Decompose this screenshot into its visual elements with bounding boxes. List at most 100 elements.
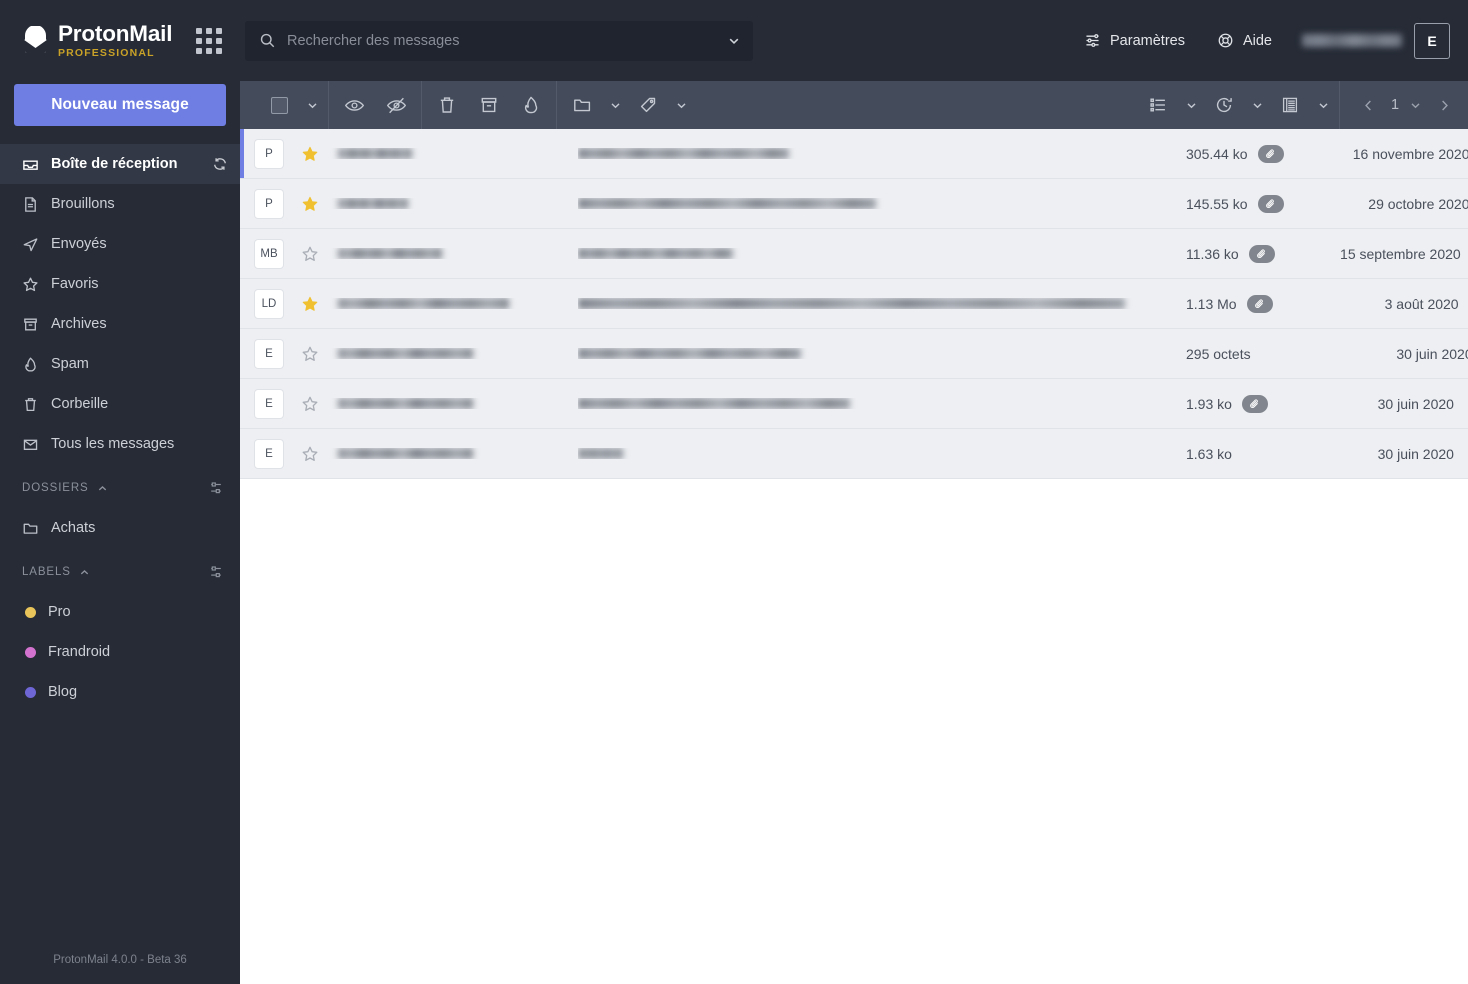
message-row[interactable]: E 1.93 ko 30 juin 2020 — [240, 379, 1468, 429]
search-input[interactable] — [287, 32, 716, 49]
user-avatar[interactable]: E — [1414, 22, 1450, 59]
paperclip-icon — [1265, 148, 1274, 158]
subject-cell — [578, 298, 1186, 309]
message-toolbar: 1 — [240, 81, 1468, 129]
select-all-checkbox[interactable] — [258, 85, 300, 125]
next-page-button[interactable] — [1426, 85, 1462, 125]
page-dropdown[interactable] — [1404, 85, 1426, 125]
manage-folders-icon[interactable] — [208, 480, 224, 496]
sidebar-item-drafts[interactable]: Brouillons — [0, 184, 240, 224]
time-filter-button[interactable] — [1203, 85, 1245, 125]
manage-labels-icon[interactable] — [208, 564, 224, 580]
folder-icon — [574, 99, 591, 112]
search-icon — [260, 33, 275, 48]
brand-logo[interactable]: ProtonMail PROFESSIONAL — [22, 22, 172, 59]
message-size: 1.13 Mo — [1186, 295, 1237, 312]
archive-button[interactable] — [468, 85, 510, 125]
sender-avatar[interactable]: E — [254, 438, 284, 469]
tag-icon — [640, 97, 656, 113]
apps-grid-icon[interactable] — [196, 28, 222, 54]
proton-envelope-icon — [24, 26, 47, 53]
layout-dropdown[interactable] — [1311, 85, 1335, 125]
toolbar-divider — [556, 81, 557, 129]
labels-section-header: LABELS — [0, 552, 240, 592]
sender-avatar[interactable]: MB — [254, 238, 284, 269]
sender-avatar[interactable]: E — [254, 338, 284, 369]
message-row[interactable]: P 145.55 ko 29 octobre 2020 — [240, 179, 1468, 229]
help-button[interactable]: Aide — [1201, 21, 1288, 61]
apply-label-dropdown[interactable] — [669, 85, 693, 125]
message-date: 3 août 2020 — [1384, 295, 1459, 312]
sidebar-item-label: Tous les messages — [51, 436, 175, 452]
message-meta: 305.44 ko 16 novembre 2020 — [1186, 144, 1468, 163]
subject-cell — [578, 198, 1186, 209]
message-meta: 11.36 ko 15 septembre 2020 — [1186, 244, 1461, 263]
attachment-badge — [1248, 244, 1275, 263]
apply-label-button[interactable] — [627, 85, 669, 125]
current-page-number[interactable]: 1 — [1386, 97, 1404, 113]
sidebar-label-frandroid[interactable]: Frandroid — [0, 632, 240, 672]
sender-name-redacted — [338, 398, 473, 409]
mark-as-read-button[interactable] — [333, 85, 375, 125]
star-outline-icon[interactable] — [301, 395, 319, 413]
sender-avatar[interactable]: E — [254, 388, 284, 419]
sidebar-item-starred[interactable]: Favoris — [0, 264, 240, 304]
chevron-down-icon[interactable] — [727, 34, 741, 48]
previous-page-button[interactable] — [1350, 85, 1386, 125]
sidebar-item-spam[interactable]: Spam — [0, 344, 240, 384]
message-row[interactable]: E 1.63 ko 30 juin 2020 — [240, 429, 1468, 479]
star-filled-icon[interactable] — [301, 195, 319, 213]
sender-avatar[interactable]: LD — [254, 288, 284, 319]
sidebar-item-inbox[interactable]: Boîte de réception — [0, 144, 240, 184]
star-outline-icon[interactable] — [301, 445, 319, 463]
search-bar[interactable] — [245, 20, 753, 61]
layout-button[interactable] — [1269, 85, 1311, 125]
refresh-icon[interactable] — [212, 156, 228, 172]
star-filled-icon[interactable] — [301, 295, 319, 313]
settings-button[interactable]: Paramètres — [1068, 21, 1201, 61]
star-outline-icon[interactable] — [301, 245, 319, 263]
sidebar-item-trash[interactable]: Corbeille — [0, 384, 240, 424]
message-date: 16 novembre 2020 — [1352, 145, 1468, 162]
message-date: 29 octobre 2020 — [1368, 195, 1468, 212]
spam-button[interactable] — [510, 85, 552, 125]
sidebar-item-archive[interactable]: Archives — [0, 304, 240, 344]
chevron-up-icon[interactable] — [97, 483, 108, 494]
sidebar-label-blog[interactable]: Blog — [0, 672, 240, 712]
toolbar-divider — [421, 81, 422, 129]
sort-list-dropdown[interactable] — [1179, 85, 1203, 125]
chevron-up-icon[interactable] — [79, 567, 90, 578]
message-row[interactable]: MB 11.36 ko 15 septembre 2020 — [240, 229, 1468, 279]
message-row[interactable]: E 295 octets 30 juin 2020 — [240, 329, 1468, 379]
sender-avatar[interactable]: P — [254, 138, 284, 169]
sort-list-button[interactable] — [1137, 85, 1179, 125]
app-version-footer: ProtonMail 4.0.0 - Beta 36 — [53, 954, 187, 966]
star-filled-icon[interactable] — [301, 145, 319, 163]
select-all-dropdown[interactable] — [300, 85, 324, 125]
sidebar-item-label: Brouillons — [51, 196, 115, 212]
message-meta: 1.93 ko 30 juin 2020 — [1186, 394, 1454, 413]
sidebar-item-sent[interactable]: Envoyés — [0, 224, 240, 264]
sidebar-label-pro[interactable]: Pro — [0, 592, 240, 632]
protonmail-app: ProtonMail PROFESSIONAL Nouveau message … — [0, 0, 1468, 984]
folder-icon — [23, 523, 38, 534]
sender-cell — [319, 448, 524, 459]
new-message-button[interactable]: Nouveau message — [14, 84, 226, 126]
organize-group — [561, 81, 693, 129]
sidebar-folder-achats[interactable]: Achats — [0, 508, 240, 548]
trash-icon — [25, 397, 36, 411]
archive-icon — [24, 318, 37, 330]
mark-as-unread-button[interactable] — [375, 85, 417, 125]
move-to-folder-button[interactable] — [561, 85, 603, 125]
delete-button[interactable] — [426, 85, 468, 125]
attachment-badge — [1257, 194, 1284, 213]
sender-avatar[interactable]: P — [254, 188, 284, 219]
message-row[interactable]: P 305.44 ko 16 novembre 2020 — [240, 129, 1468, 179]
star-outline-icon[interactable] — [301, 345, 319, 363]
user-email-redacted — [1302, 34, 1402, 47]
time-filter-dropdown[interactable] — [1245, 85, 1269, 125]
message-row[interactable]: LD 1.13 Mo 3 août 2020 — [240, 279, 1468, 329]
subject-redacted — [578, 148, 789, 159]
sidebar-item-all-mail[interactable]: Tous les messages — [0, 424, 240, 464]
move-to-folder-dropdown[interactable] — [603, 85, 627, 125]
